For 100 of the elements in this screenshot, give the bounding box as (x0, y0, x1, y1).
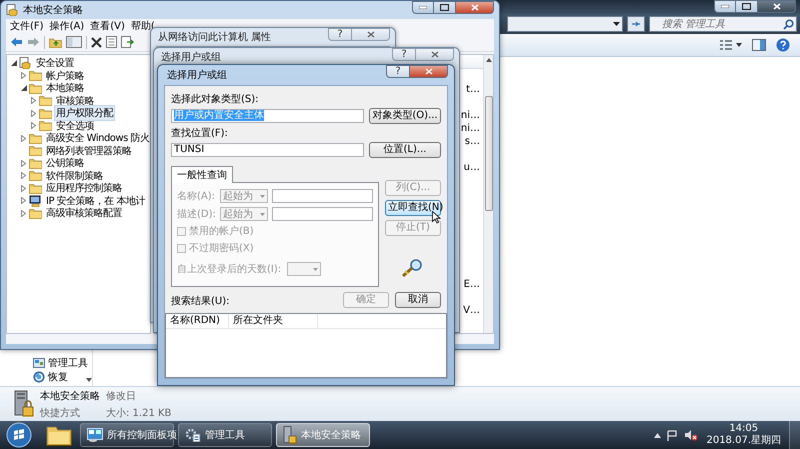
maximize-button[interactable] (434, 1, 456, 14)
dialog-button[interactable]: 取消 (395, 292, 441, 308)
file-size: 大小: 1.21 KB (106, 406, 172, 420)
console-tree-icon[interactable] (66, 36, 82, 48)
policy-name: t… (466, 83, 480, 96)
scroll-up-arrow-icon[interactable] (486, 58, 492, 62)
clock[interactable]: 14:05 2018.07.星期四 (704, 423, 783, 447)
folder-icon (29, 170, 42, 182)
folder-icon (29, 132, 42, 144)
search-field[interactable]: 搜索 管理工具 (649, 16, 797, 32)
back-arrow-icon[interactable] (10, 37, 23, 47)
list-view-icon (720, 40, 732, 50)
delete-icon[interactable] (91, 36, 102, 48)
minimize-button[interactable] (714, 0, 736, 13)
policy-name: V… (463, 304, 480, 317)
help-button[interactable]: ? (328, 28, 352, 41)
control-panel-icon (87, 428, 103, 442)
folder-icon (39, 120, 52, 132)
nav-item[interactable]: 管理工具 (48, 356, 88, 370)
help-button[interactable]: ? (392, 48, 416, 61)
collapsed-arrow-icon[interactable] (21, 184, 26, 192)
computer-icon (29, 194, 42, 207)
policy-name: u… (464, 161, 480, 174)
results-label: 搜索结果(U): (171, 294, 230, 308)
menu-item[interactable]: 文件(F) (10, 19, 44, 33)
text-field[interactable] (272, 189, 373, 203)
close-button[interactable] (410, 65, 448, 78)
field-label: 描述(D): (177, 208, 216, 221)
speaker-muted-icon[interactable] (684, 429, 698, 441)
close-button[interactable] (456, 1, 494, 14)
maximize-button[interactable] (736, 0, 758, 13)
dialog-button: 列(C)... (385, 180, 441, 196)
policy-name: ni… (460, 122, 480, 135)
address-bar[interactable] (507, 16, 623, 32)
location-field[interactable]: TUNSI (171, 143, 364, 157)
minimize-icon (721, 5, 729, 8)
policy-document-icon (19, 57, 32, 70)
file-name: 本地安全策略 (40, 390, 100, 402)
expanded-arrow-icon[interactable] (20, 85, 26, 92)
help-button[interactable]: ? (386, 65, 410, 78)
dropdown-caret-icon (736, 43, 742, 47)
collapsed-arrow-icon[interactable] (21, 197, 26, 204)
close-button[interactable] (416, 48, 454, 61)
collapsed-arrow-icon[interactable] (21, 172, 26, 180)
taskbar-button[interactable]: 所有控制面板项 (80, 423, 174, 447)
collapsed-arrow-icon[interactable] (31, 122, 36, 130)
menu-item[interactable]: 查看(V) (90, 19, 125, 33)
dialog-title: 选择用户或组 (166, 68, 227, 82)
locations-button[interactable]: 位置(L)... (369, 142, 441, 158)
help-icon[interactable] (776, 38, 790, 52)
server-lock-icon (12, 390, 34, 418)
collapsed-arrow-icon[interactable] (31, 97, 36, 104)
refresh-button[interactable] (627, 16, 645, 32)
close-icon (772, 3, 780, 10)
properties-icon[interactable] (106, 36, 117, 48)
field-label: 名称(A): (177, 190, 216, 203)
close-icon (366, 31, 374, 38)
nav-item[interactable]: 恢复 (48, 370, 68, 384)
collapsed-arrow-icon[interactable] (21, 134, 26, 142)
collapsed-arrow-icon[interactable] (21, 72, 26, 80)
dialog-button: 停止(T) (385, 220, 441, 236)
close-button[interactable] (758, 0, 796, 13)
collapsed-arrow-icon[interactable] (31, 110, 36, 117)
expanded-arrow-icon[interactable] (10, 60, 16, 66)
dropdown-caret-icon (260, 212, 265, 216)
tree-item[interactable]: 用户权限分配 (54, 105, 115, 122)
show-hidden-icons-arrow-icon[interactable] (654, 432, 662, 438)
folder-icon (29, 158, 42, 169)
control-panel-icon (33, 358, 45, 368)
start-button-icon[interactable] (6, 422, 32, 448)
close-icon (430, 51, 438, 58)
column-header[interactable]: 所在文件夹 (229, 314, 318, 328)
folder-icon (29, 82, 42, 94)
action-center-flag-icon[interactable] (667, 430, 678, 440)
object-types-button[interactable]: 对象类型(O)... (369, 108, 441, 124)
dropdown-caret-icon (613, 22, 620, 26)
collapsed-arrow-icon[interactable] (21, 160, 26, 167)
minimize-button[interactable] (412, 1, 434, 14)
dialog-title: 选择用户或组 (160, 50, 221, 64)
column-header[interactable]: 名称(RDN) (166, 314, 229, 328)
view-options-button[interactable] (720, 40, 742, 50)
export-list-icon[interactable] (121, 36, 134, 48)
preview-pane-icon[interactable] (752, 39, 766, 51)
scroll-down-arrow-icon[interactable] (86, 378, 92, 382)
folder-icon[interactable] (46, 424, 72, 446)
up-folder-icon[interactable] (49, 36, 62, 48)
text-field[interactable] (272, 207, 373, 221)
folder-icon (39, 95, 52, 106)
taskbar-button[interactable]: 管理工具 (178, 423, 272, 447)
close-icon (424, 68, 432, 75)
scrollbar-thumb[interactable] (484, 96, 492, 211)
scrollbar[interactable] (483, 55, 493, 333)
menu-item[interactable]: 操作(A) (50, 19, 84, 33)
tab[interactable]: 一般性查询 (171, 166, 233, 183)
policy-name: E… (464, 278, 480, 291)
maximize-icon (440, 4, 449, 11)
show-desktop-button[interactable] (789, 421, 800, 449)
collapsed-arrow-icon[interactable] (21, 210, 26, 217)
close-button[interactable] (352, 28, 390, 41)
folder-icon (29, 208, 42, 219)
